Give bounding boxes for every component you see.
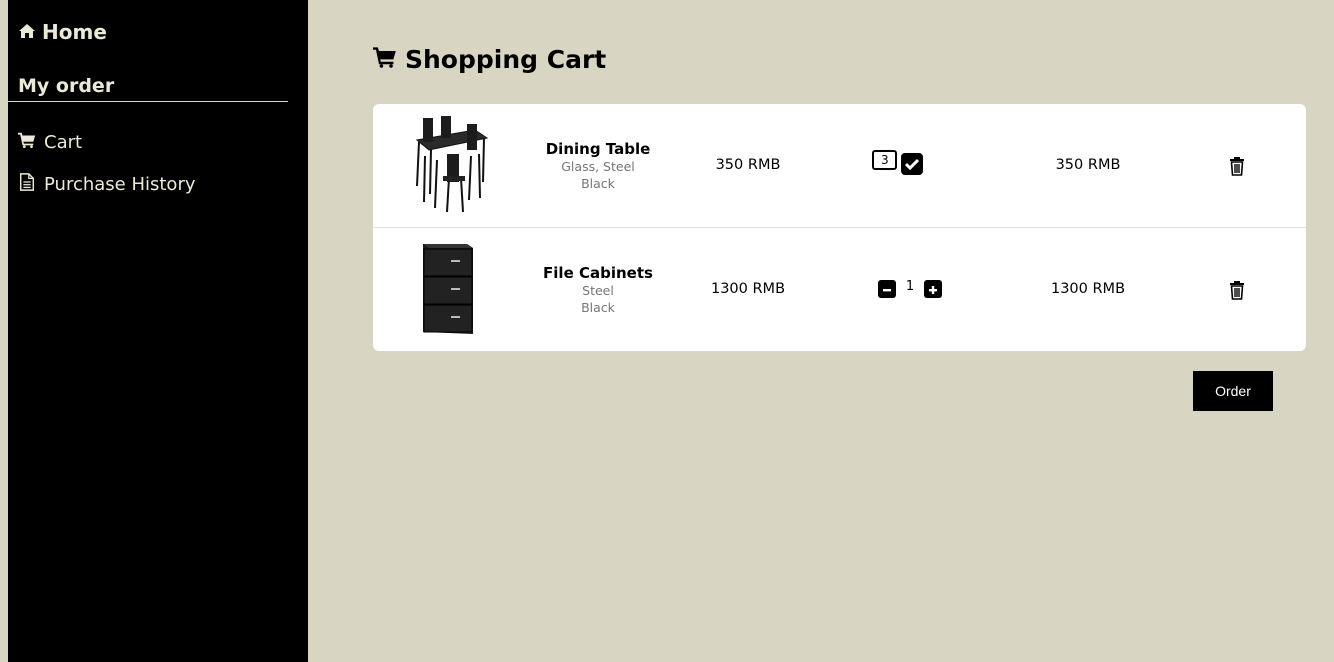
product-material: Glass, Steel [561, 159, 635, 174]
quantity-stepper: 1 [878, 278, 942, 298]
sidebar-item-label: Purchase History [44, 174, 196, 195]
sidebar-home-link[interactable]: Home [18, 20, 107, 44]
product-name: File Cabinets [543, 264, 653, 282]
delete-item-button[interactable] [1228, 156, 1246, 176]
order-button[interactable]: Order [1193, 371, 1273, 411]
trash-icon [1228, 157, 1246, 180]
product-subtotal: 1300 RMB [1050, 281, 1126, 297]
quantity-value: 1 [905, 278, 915, 294]
sidebar-section-title: My order [18, 75, 115, 97]
product-price: 1300 RMB [710, 281, 786, 297]
product-image-dining-table [411, 116, 489, 214]
delete-item-button[interactable] [1228, 280, 1246, 300]
plus-icon [928, 280, 938, 299]
decrease-quantity-button[interactable] [878, 280, 896, 298]
page-title: Shopping Cart [373, 45, 606, 74]
cart-row: Dining Table Glass, Steel Black 350 RMB … [373, 104, 1306, 228]
product-material: Steel [582, 283, 614, 298]
product-price: 350 RMB [715, 157, 781, 173]
quantity-input[interactable] [872, 150, 897, 170]
page-title-text: Shopping Cart [405, 45, 607, 74]
product-info: Dining Table Glass, Steel Black [518, 140, 678, 192]
quantity-editor [872, 150, 923, 175]
document-icon [18, 173, 36, 196]
increase-quantity-button[interactable] [924, 280, 942, 298]
product-info: File Cabinets Steel Black [518, 264, 678, 316]
sidebar-item-label: Cart [44, 132, 83, 153]
trash-icon [1228, 281, 1246, 304]
left-edge-strip [0, 0, 8, 662]
sidebar: Home My order Cart Purchase History [8, 0, 308, 662]
cart-icon [373, 45, 397, 74]
cart-table: Dining Table Glass, Steel Black 350 RMB … [373, 104, 1306, 351]
product-color: Black [581, 300, 615, 315]
product-image-file-cabinets [411, 240, 489, 338]
sidebar-item-cart[interactable]: Cart [18, 131, 82, 154]
cart-icon [18, 131, 36, 154]
sidebar-home-label: Home [42, 20, 107, 44]
product-color: Black [581, 176, 615, 191]
sidebar-divider [8, 101, 288, 102]
confirm-quantity-button[interactable] [901, 153, 923, 175]
minus-icon [882, 280, 892, 299]
home-icon [18, 20, 36, 44]
product-name: Dining Table [545, 140, 651, 158]
checkmark-icon [904, 155, 920, 174]
product-subtotal: 350 RMB [1055, 157, 1121, 173]
cart-row: File Cabinets Steel Black 1300 RMB 1 130… [373, 228, 1306, 351]
sidebar-item-purchase-history[interactable]: Purchase History [18, 173, 196, 196]
